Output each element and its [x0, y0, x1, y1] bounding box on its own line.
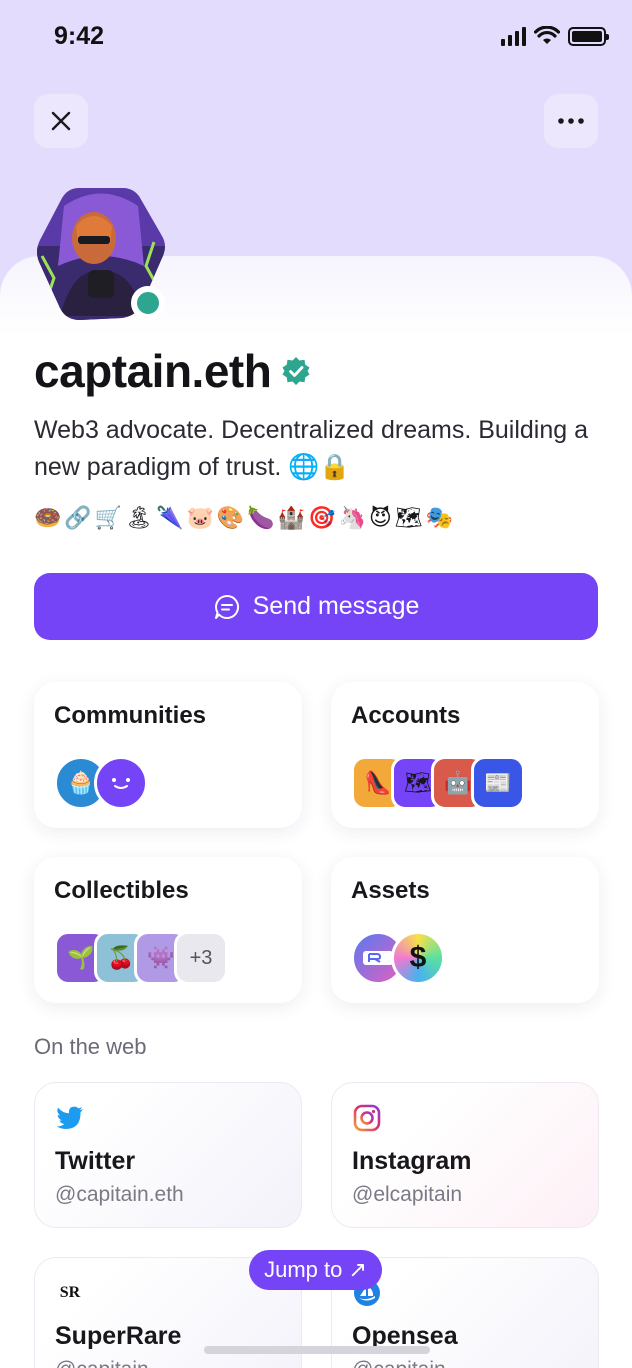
- message-bubble-icon: [214, 594, 239, 619]
- assets-card[interactable]: Assets $: [331, 857, 599, 1003]
- online-status-dot: [131, 286, 165, 320]
- communities-avatars: 🧁: [54, 756, 148, 810]
- accounts-avatars: 👠 🗺 🤖 📰: [351, 756, 525, 810]
- accounts-card[interactable]: Accounts 👠 🗺 🤖 📰: [331, 682, 599, 828]
- dollar-token-icon: $: [391, 931, 445, 985]
- superrare-link-handle: @capitain: [55, 1358, 149, 1368]
- on-the-web-label: On the web: [34, 1034, 147, 1059]
- assets-tokens: $: [351, 931, 445, 985]
- verified-badge-icon: [282, 357, 310, 385]
- home-indicator: [204, 1346, 430, 1354]
- profile-bio: Web3 advocate. Decentralized dreams. Bui…: [34, 416, 589, 481]
- jump-to-button[interactable]: Jump to ↗: [249, 1250, 382, 1290]
- smiley-community-icon: [94, 756, 148, 810]
- send-message-label: Send message: [252, 592, 420, 620]
- superrare-icon: SR: [55, 1278, 85, 1308]
- close-icon: [51, 111, 71, 131]
- twitter-icon: [55, 1103, 85, 1133]
- superrare-icon-text: SR: [59, 1284, 81, 1301]
- twitter-link-handle: @capitain.eth: [55, 1183, 184, 1206]
- communities-title: Communities: [54, 702, 207, 729]
- newspaper-account-icon: 📰: [471, 756, 525, 810]
- communities-card[interactable]: Communities 🧁: [34, 682, 302, 828]
- instagram-icon: [352, 1103, 382, 1133]
- twitter-link-card[interactable]: Twitter @capitain.eth: [34, 1082, 302, 1228]
- collectibles-title: Collectibles: [54, 877, 189, 904]
- accounts-title: Accounts: [351, 702, 461, 729]
- collectibles-card[interactable]: Collectibles 🌱 🍒 👾 +3: [34, 857, 302, 1003]
- close-button[interactable]: [34, 94, 88, 148]
- opensea-link-handle: @capitain: [352, 1358, 446, 1368]
- instagram-link-title: Instagram: [352, 1147, 472, 1175]
- assets-title: Assets: [351, 877, 430, 904]
- interest-emoji-row: 🍩🔗🛒🏝🌂🐷🎨🍆🏰🎯🦄😈🗺🎭: [34, 506, 457, 531]
- instagram-link-card[interactable]: Instagram @elcapitain: [331, 1082, 599, 1228]
- send-message-button[interactable]: Send message: [34, 573, 598, 640]
- profile-name-row: captain.eth: [34, 344, 311, 398]
- cellular-signal-icon: [501, 26, 526, 46]
- profile-name: captain.eth: [34, 345, 272, 397]
- wifi-icon: [534, 26, 560, 44]
- more-icon: [558, 118, 584, 124]
- collectibles-thumbnails: 🌱 🍒 👾 +3: [54, 931, 228, 985]
- twitter-link-title: Twitter: [55, 1147, 136, 1175]
- status-icons: [501, 26, 609, 46]
- battery-icon: [568, 26, 609, 46]
- collectibles-more-count: +3: [174, 931, 228, 985]
- instagram-link-handle: @elcapitain: [352, 1183, 463, 1206]
- more-options-button[interactable]: [544, 94, 598, 148]
- superrare-link-title: SuperRare: [55, 1322, 182, 1350]
- status-time: 9:42: [54, 22, 105, 50]
